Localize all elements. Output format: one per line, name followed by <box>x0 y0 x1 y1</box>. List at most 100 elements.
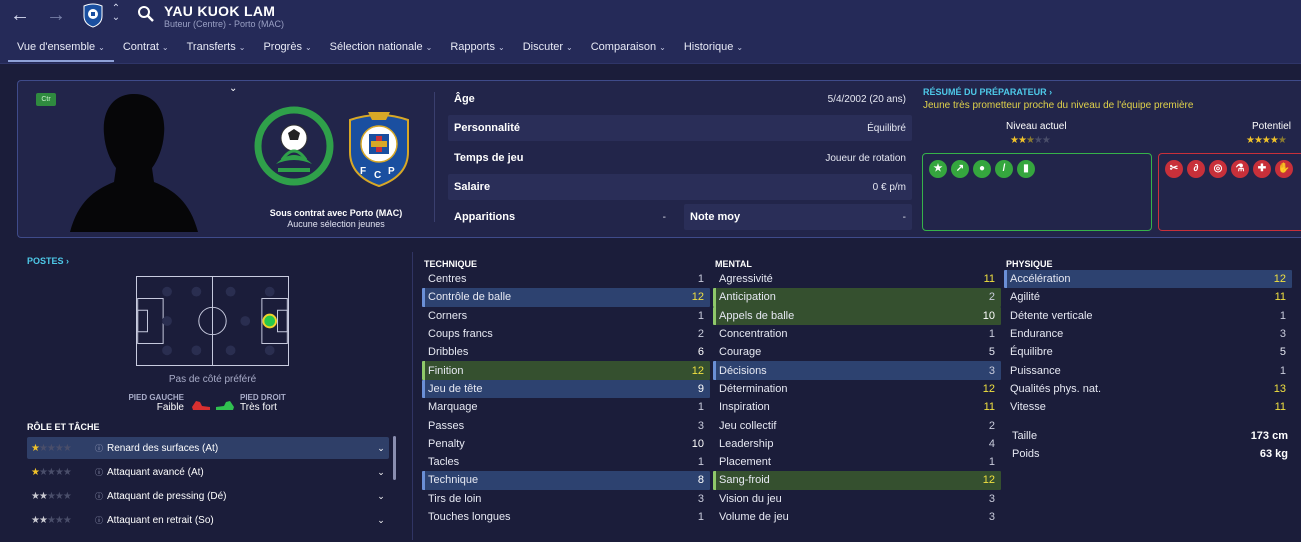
attribute-row[interactable]: Corners 1 <box>422 307 710 325</box>
attribute-row[interactable]: Jeu de tête 9 <box>422 379 710 399</box>
attribute-row[interactable]: Penalty 10 <box>422 435 710 453</box>
attribute-row[interactable]: Décisions 3 <box>713 361 1001 380</box>
player-switch-arrows-icon[interactable]: ⌃ ⌄ <box>110 4 122 23</box>
attribute-row[interactable]: Marquage 1 <box>422 398 710 416</box>
target-trait-icon[interactable]: ◎ <box>1209 160 1227 178</box>
menu-overview[interactable]: Vue d'ensemble ⌄ <box>8 38 114 62</box>
attribute-row[interactable]: Leadership 4 <box>713 435 1001 453</box>
current-ability-label: Niveau actuel <box>1006 121 1067 132</box>
attribute-row[interactable]: Passes 3 <box>422 416 710 434</box>
brain-trait-icon[interactable]: ● <box>973 160 991 178</box>
porto-club-crest-icon: F C P <box>349 112 409 188</box>
mental-title: MENTAL <box>715 259 752 269</box>
attribute-row[interactable]: Placement 1 <box>713 453 1001 471</box>
attribute-row[interactable]: Détente verticale 1 <box>1004 307 1292 325</box>
position-badge: Ctr <box>36 93 56 106</box>
chevron-down-icon: ⌄ <box>566 43 573 52</box>
role-stars: ★★★★★ <box>31 514 72 526</box>
attribute-row[interactable]: Puissance 1 <box>1004 361 1292 379</box>
current-ability-stars: ★★★★★ <box>1010 135 1051 146</box>
attribute-row[interactable]: Concentration 1 <box>713 325 1001 343</box>
back-arrow-icon[interactable]: ← <box>8 4 32 26</box>
left-boot-icon <box>192 401 210 410</box>
stethoscope-trait-icon[interactable]: ∂ <box>1187 160 1205 178</box>
fitness-trait-icon[interactable]: ▮ <box>1017 160 1035 178</box>
attribute-row[interactable]: Volume de jeu 3 <box>713 508 1001 526</box>
attribute-row[interactable]: Vision du jeu 3 <box>713 490 1001 508</box>
attribute-row[interactable]: Accélération 12 <box>1004 270 1292 289</box>
menu-contract[interactable]: Contrat ⌄ <box>114 38 178 62</box>
chevron-down-icon: ⌄ <box>425 43 433 52</box>
menu-history[interactable]: Historique ⌄ <box>675 38 752 62</box>
medical-cross-trait-icon[interactable]: ✚ <box>1253 160 1271 178</box>
hand-trait-icon[interactable]: ✋ <box>1275 160 1293 178</box>
attribute-row[interactable]: Appels de balle 10 <box>713 306 1001 325</box>
attribute-row[interactable]: Touches longues 1 <box>422 508 710 526</box>
chevron-down-icon: ⌄ <box>497 43 505 52</box>
attribute-row[interactable]: Finition 12 <box>422 361 710 380</box>
technique-title: TECHNIQUE <box>424 259 478 269</box>
role-row[interactable]: ★★★★★ ⓘ Attaquant en retrait (So) ⌄ <box>27 509 389 531</box>
attribute-row[interactable]: Endurance 3 <box>1004 325 1292 343</box>
positions-link[interactable]: POSTES › <box>27 256 69 266</box>
attribute-row[interactable]: Coups francs 2 <box>422 325 710 343</box>
menu-reports[interactable]: Rapports ⌄ <box>441 38 513 62</box>
info-icon[interactable]: ⓘ <box>95 443 107 454</box>
info-icon[interactable]: ⓘ <box>95 515 107 526</box>
attribute-row[interactable]: Tacles 1 <box>422 453 710 471</box>
contract-status: Sous contrat avec Porto (MAC) <box>269 208 403 218</box>
role-row[interactable]: ★★★★★ ⓘ Attaquant avancé (At) ⌄ <box>27 461 389 483</box>
svg-text:P: P <box>388 166 395 177</box>
info-row-salary: Salaire 0 € p/m <box>448 174 912 200</box>
menu-national-team[interactable]: Sélection nationale ⌄ <box>321 38 442 62</box>
positive-traits-box: ★ ↗ ● / ▮ <box>922 153 1152 231</box>
info-row-personality[interactable]: Personnalité Équilibré <box>448 115 912 141</box>
chevron-down-icon[interactable]: ⌄ <box>373 515 389 526</box>
attribute-row[interactable]: Dribbles 6 <box>422 343 710 361</box>
attribute-row[interactable]: Anticipation 2 <box>713 288 1001 307</box>
menu-comparison[interactable]: Comparaison ⌄ <box>582 38 675 62</box>
search-icon[interactable] <box>136 4 156 24</box>
attribute-row[interactable]: Jeu collectif 2 <box>713 416 1001 434</box>
star-trait-icon[interactable]: ★ <box>929 160 947 178</box>
menu-discuss[interactable]: Discuter ⌄ <box>514 38 582 62</box>
youth-caps: Aucune sélection jeunes <box>287 219 385 229</box>
attribute-row[interactable]: Vitesse 11 <box>1004 398 1292 416</box>
attribute-row[interactable]: Détermination 12 <box>713 380 1001 398</box>
role-row[interactable]: ★★★★★ ⓘ Renard des surfaces (At) ⌄ <box>27 437 389 459</box>
coach-report-link[interactable]: RÉSUMÉ DU PRÉPARATEUR › <box>923 87 1052 97</box>
attribute-row[interactable]: Contrôle de balle 12 <box>422 288 710 307</box>
tactics-trait-icon[interactable]: ✂ <box>1165 160 1183 178</box>
attribute-row[interactable]: Équilibre 5 <box>1004 343 1292 361</box>
info-icon[interactable]: ⓘ <box>95 491 107 502</box>
positions-pitch <box>136 276 289 366</box>
trend-up-trait-icon[interactable]: ↗ <box>951 160 969 178</box>
svg-text:C: C <box>374 170 381 181</box>
roles-scrollbar[interactable] <box>393 436 396 480</box>
chevron-down-icon[interactable]: ⌄ <box>229 83 237 94</box>
attribute-row[interactable]: Sang-froid 12 <box>713 471 1001 490</box>
menu-transfers[interactable]: Transferts ⌄ <box>178 38 255 62</box>
attribute-row[interactable]: Inspiration 11 <box>713 398 1001 416</box>
roles-title: RÔLE ET TÂCHE <box>27 422 100 432</box>
chevron-down-icon[interactable]: ⌄ <box>373 491 389 502</box>
attribute-row[interactable]: Agilité 11 <box>1004 288 1292 306</box>
club-crest-icon[interactable] <box>82 2 104 28</box>
flask-trait-icon[interactable]: ⚗ <box>1231 160 1249 178</box>
potential-ability-stars: ★★★★★ <box>1246 135 1287 146</box>
chevron-down-icon: ⌄ <box>161 43 169 52</box>
chevron-down-icon[interactable]: ⌄ <box>373 443 389 454</box>
forward-arrow-icon[interactable]: → <box>44 4 68 26</box>
attribute-row[interactable]: Technique 8 <box>422 471 710 490</box>
attribute-row[interactable]: Qualités phys. nat. 13 <box>1004 380 1292 398</box>
svg-text:F: F <box>360 166 366 177</box>
menu-progress[interactable]: Progrès ⌄ <box>254 38 320 62</box>
boot-trait-icon[interactable]: / <box>995 160 1013 178</box>
chevron-down-icon[interactable]: ⌄ <box>373 467 389 478</box>
attribute-row[interactable]: Agressivité 11 <box>713 270 1001 288</box>
attribute-row[interactable]: Tirs de loin 3 <box>422 490 710 508</box>
info-icon[interactable]: ⓘ <box>95 467 107 478</box>
role-row[interactable]: ★★★★★ ⓘ Attaquant de pressing (Dé) ⌄ <box>27 485 389 507</box>
attribute-row[interactable]: Courage 5 <box>713 343 1001 361</box>
attribute-row[interactable]: Centres 1 <box>422 270 710 288</box>
